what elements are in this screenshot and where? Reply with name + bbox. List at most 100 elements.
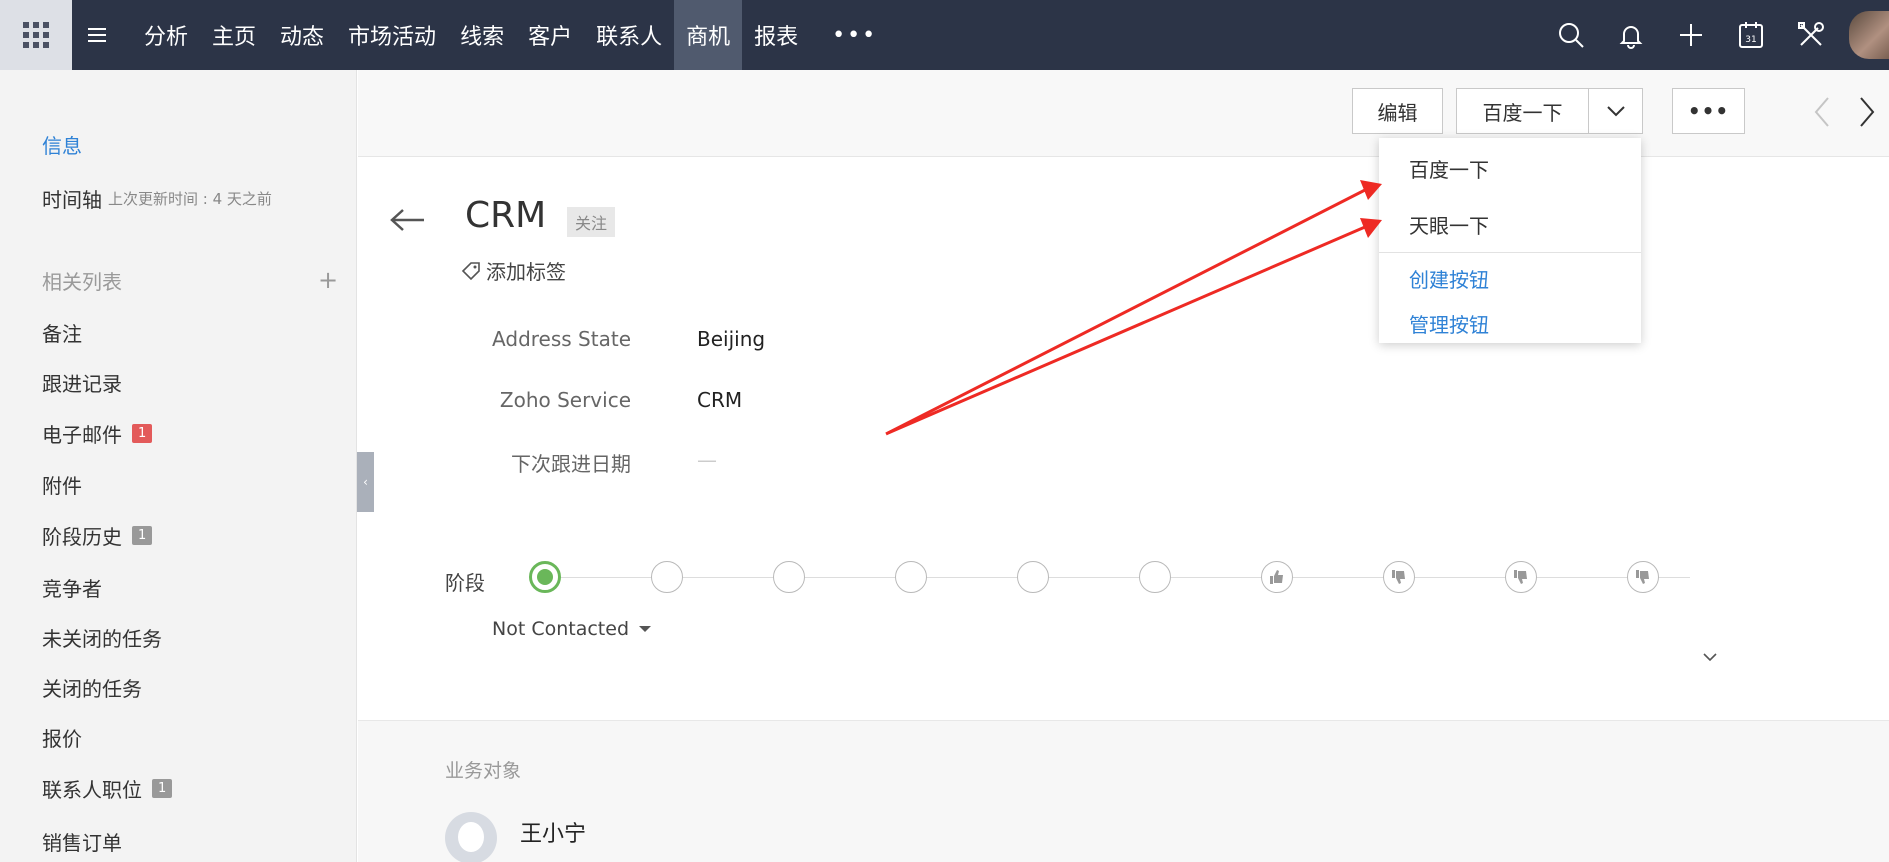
sidebar-item-emails[interactable]: 电子邮件 1 xyxy=(42,419,153,448)
manage-buttons-link[interactable]: 管理按钮 xyxy=(1409,309,1489,338)
plus-icon[interactable] xyxy=(1661,0,1721,70)
menu-icon[interactable] xyxy=(72,0,122,70)
sidebar-item-timeline[interactable]: 时间轴 上次更新时间 : 4 天之前 xyxy=(42,184,272,213)
nav-item-home[interactable]: 主页 xyxy=(200,0,268,70)
nav-item-feeds[interactable]: 动态 xyxy=(268,0,336,70)
action-bar xyxy=(358,70,1889,157)
nav-item-contacts[interactable]: 联系人 xyxy=(584,0,674,70)
sidebar-item-stage-history[interactable]: 阶段历史 1 xyxy=(42,521,153,550)
sidebar-item-closed-tasks[interactable]: 关闭的任务 xyxy=(42,673,142,702)
next-record-icon[interactable] xyxy=(1857,96,1877,132)
main-nav: 分析 主页 动态 市场活动 线索 客户 联系人 商机 报表 ••• xyxy=(132,0,899,70)
sidebar-item-label: 未关闭的任务 xyxy=(42,627,162,651)
sidebar-item-quotes[interactable]: 报价 xyxy=(42,723,82,752)
chevron-down-icon xyxy=(1606,106,1625,117)
baidu-button[interactable]: 百度一下 xyxy=(1456,88,1589,134)
svg-text:31: 31 xyxy=(1745,35,1756,45)
more-actions-button[interactable]: ••• xyxy=(1672,88,1745,134)
top-icons: 31 xyxy=(1541,0,1889,70)
nav-item-campaigns[interactable]: 市场活动 xyxy=(336,0,448,70)
stage-step-6[interactable] xyxy=(1139,561,1171,593)
button-dropdown-toggle[interactable] xyxy=(1588,88,1643,134)
contact-name[interactable]: 王小宁 xyxy=(520,816,586,848)
stage-step-5[interactable] xyxy=(1017,561,1049,593)
stage-closed-lost-2[interactable] xyxy=(1505,561,1537,593)
caret-down-icon xyxy=(639,626,651,632)
add-related-icon[interactable]: + xyxy=(318,266,338,294)
back-arrow-icon[interactable] xyxy=(390,208,426,236)
related-list-header: 相关列表 xyxy=(42,270,122,294)
custom-button-dropdown: 百度一下 天眼一下 创建按钮 管理按钮 xyxy=(1379,138,1641,343)
sidebar-item-label: 附件 xyxy=(42,474,82,498)
sidebar-item-contact-roles[interactable]: 联系人职位 1 xyxy=(42,774,173,803)
field-label-address-state: Address State xyxy=(492,327,631,351)
sidebar-item-label: 联系人职位 xyxy=(42,778,142,802)
add-tag-button[interactable]: 添加标签 xyxy=(460,256,566,285)
dropdown-divider xyxy=(1379,252,1641,253)
stage-select[interactable]: Not Contacted xyxy=(492,618,651,640)
field-value-next-followup[interactable]: — xyxy=(697,448,717,472)
sidebar-item-label: 竞争者 xyxy=(42,577,102,601)
nav-item-reports[interactable]: 报表 xyxy=(742,0,810,70)
sidebar-item-label: 销售订单 xyxy=(42,831,122,855)
stage-label: 阶段 xyxy=(445,571,485,595)
stage-step-3[interactable] xyxy=(773,561,805,593)
field-value-address-state[interactable]: Beijing xyxy=(697,327,765,351)
sidebar-item-label: 电子邮件 xyxy=(42,423,122,447)
sidebar-item-attachments[interactable]: 附件 xyxy=(42,470,82,499)
arrow-to-baidu xyxy=(885,188,1366,436)
stage-closed-won[interactable] xyxy=(1261,561,1293,593)
nav-item-analytics[interactable]: 分析 xyxy=(132,0,200,70)
stage-closed-lost-1[interactable] xyxy=(1383,561,1415,593)
field-value-zoho-service[interactable]: CRM xyxy=(697,388,742,412)
thumbs-up-icon xyxy=(1270,570,1283,584)
search-icon[interactable] xyxy=(1541,0,1601,70)
stage-step-2[interactable] xyxy=(651,561,683,593)
sidebar: 信息 时间轴 上次更新时间 : 4 天之前 相关列表 + 备注 跟进记录 电子邮… xyxy=(0,70,357,862)
stage-step-4[interactable] xyxy=(895,561,927,593)
sidebar-item-open-tasks[interactable]: 未关闭的任务 xyxy=(42,623,162,652)
nav-item-deals[interactable]: 商机 xyxy=(674,0,743,70)
timeline-updated-text: 上次更新时间 : 4 天之前 xyxy=(108,190,272,208)
contact-avatar xyxy=(445,812,497,862)
sidebar-item-label: 时间轴 xyxy=(42,188,102,212)
prev-record-icon[interactable] xyxy=(1812,96,1832,132)
dropdown-item-tianyan[interactable]: 天眼一下 xyxy=(1409,210,1489,239)
follow-button[interactable]: 关注 xyxy=(567,207,616,237)
user-avatar[interactable] xyxy=(1849,11,1889,59)
sidebar-item-sales-orders[interactable]: 销售订单 xyxy=(42,827,122,856)
nav-item-leads[interactable]: 线索 xyxy=(448,0,516,70)
sidebar-item-label: 备注 xyxy=(42,322,82,346)
bell-icon[interactable] xyxy=(1601,0,1661,70)
sidebar-item-label: 阶段历史 xyxy=(42,525,122,549)
field-label-zoho-service: Zoho Service xyxy=(499,388,631,412)
sidebar-item-info[interactable]: 信息 xyxy=(42,130,82,159)
create-button-link[interactable]: 创建按钮 xyxy=(1409,264,1489,293)
apps-grid-icon[interactable] xyxy=(0,0,72,70)
sidebar-item-competitors[interactable]: 竞争者 xyxy=(42,573,102,602)
thumbs-down-icon xyxy=(1636,570,1649,584)
sidebar-item-label: 跟进记录 xyxy=(42,372,122,396)
add-tag-label: 添加标签 xyxy=(486,260,566,284)
expand-chevron-icon[interactable] xyxy=(1702,647,1718,666)
sidebar-item-notes[interactable]: 备注 xyxy=(42,318,82,347)
field-label-next-followup: 下次跟进日期 xyxy=(511,452,631,476)
tools-icon[interactable] xyxy=(1781,0,1841,70)
thumbs-down-icon xyxy=(1392,570,1405,584)
business-object-header: 业务对象 xyxy=(445,760,522,782)
dropdown-item-baidu[interactable]: 百度一下 xyxy=(1409,154,1489,183)
tag-icon xyxy=(461,261,480,280)
nav-item-accounts[interactable]: 客户 xyxy=(516,0,584,70)
nav-more-icon[interactable]: ••• xyxy=(810,0,899,70)
stage-closed-lost-3[interactable] xyxy=(1627,561,1659,593)
stage-step-1[interactable] xyxy=(529,561,561,593)
edit-button[interactable]: 编辑 xyxy=(1352,88,1443,134)
record-title: CRM xyxy=(465,195,547,236)
collapse-sidebar-handle[interactable]: ‹ xyxy=(357,452,374,512)
sidebar-item-label: 关闭的任务 xyxy=(42,677,142,701)
sidebar-item-followups[interactable]: 跟进记录 xyxy=(42,368,122,397)
arrow-to-tianyan xyxy=(887,225,1366,435)
count-badge: 1 xyxy=(152,779,173,798)
top-bar: 分析 主页 动态 市场活动 线索 客户 联系人 商机 报表 ••• 31 xyxy=(0,0,1889,70)
calendar-icon[interactable]: 31 xyxy=(1721,0,1781,70)
